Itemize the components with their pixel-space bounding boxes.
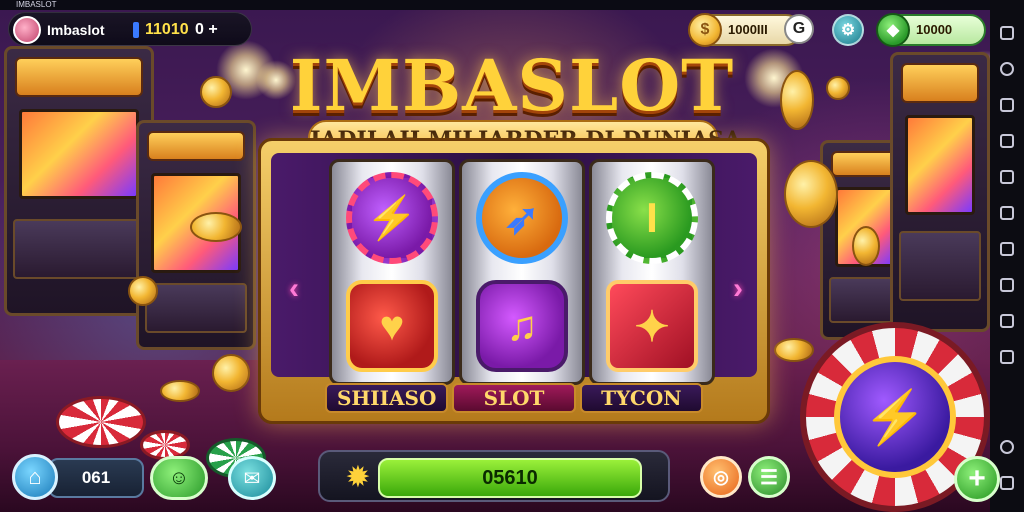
game-title: IMBASLOT — [289, 44, 735, 127]
back-icon[interactable] — [1000, 440, 1014, 454]
reel-labels: SHIIASO SLOT TYCON — [325, 383, 703, 413]
reel-symbol-red-bow: ✦ — [606, 280, 698, 372]
cabinet-panel — [899, 231, 981, 301]
reel-symbol-violet-key: ♫ — [476, 280, 568, 372]
expand-icon[interactable] — [1000, 350, 1014, 364]
cabinet-marquee — [15, 57, 143, 97]
floating-coin — [160, 380, 200, 402]
mail-icon: ✉ — [243, 467, 261, 490]
reel-1: ⚡ ♥ — [329, 159, 455, 385]
reel-symbol-green-chip: I — [606, 172, 698, 264]
level-value: 061 — [81, 468, 111, 487]
shop-icon: ☺ — [168, 466, 190, 489]
window-icon[interactable] — [1000, 26, 1014, 40]
spin-button[interactable]: 05610 — [378, 458, 642, 498]
username: Imbaslot — [47, 22, 105, 38]
spin-bar: ✹ 05610 — [318, 450, 670, 502]
reel-label-2: SLOT — [452, 383, 576, 413]
gem-count: 10000 — [916, 22, 953, 37]
folder-icon[interactable] — [1000, 206, 1014, 220]
balance-extra[interactable]: 0 + — [195, 13, 218, 47]
home-nav-icon[interactable] — [1000, 476, 1014, 490]
reel-label-3: TYCON — [579, 383, 703, 413]
level-counter: 061 — [48, 458, 144, 498]
floating-coin — [780, 70, 814, 130]
cabinet-marquee — [901, 63, 979, 103]
floating-coin — [826, 76, 850, 100]
status-bar: IMBASLOT — [0, 0, 1024, 10]
menu-button[interactable]: ☰ — [748, 456, 790, 498]
avatar[interactable] — [13, 16, 41, 44]
keyboard-icon[interactable] — [1000, 98, 1014, 112]
cabinet-marquee — [831, 151, 899, 177]
star-icon: ✹ — [345, 461, 371, 494]
more-icon[interactable] — [1000, 278, 1014, 292]
reels-area: ‹ ⚡ ♥ ➶ ♫ I ✦ › — [271, 153, 757, 385]
spin-value: 05610 — [482, 466, 538, 489]
home-icon: ⌂ — [28, 464, 42, 489]
add-button[interactable]: + — [954, 456, 1000, 502]
balance-icon — [133, 22, 139, 38]
floating-coin — [784, 160, 838, 228]
plus-icon: + — [968, 462, 986, 495]
arcade-cabinet-left — [4, 46, 154, 316]
rotate-icon[interactable] — [1000, 242, 1014, 256]
gem-counter[interactable]: ◆ 10000 — [876, 13, 986, 47]
system-sidebar — [990, 0, 1024, 512]
g-badge-icon[interactable]: G — [784, 14, 814, 44]
balance-value: 11010 — [145, 21, 189, 38]
screen-icon[interactable] — [1000, 134, 1014, 148]
cabinet-screen — [905, 115, 975, 215]
gear-icon[interactable]: ⚙ — [832, 14, 864, 46]
reel-symbol-purple-chip: ⚡ — [346, 172, 438, 264]
floating-coin — [774, 338, 814, 362]
chip-emblem-icon: ⚡ — [834, 356, 956, 478]
reel-symbol-red-heart: ♥ — [346, 280, 438, 372]
slot-machine: ‹ ⚡ ♥ ➶ ♫ I ✦ › SHIIASO SLOT TYCON — [258, 138, 770, 424]
poker-chip — [56, 396, 146, 448]
floating-coin — [200, 76, 232, 108]
bonus-icon: ◎ — [713, 466, 729, 487]
floating-coin — [852, 226, 880, 266]
home-button[interactable]: ⌂ — [12, 454, 58, 500]
app-title: IMBASLOT — [16, 0, 57, 9]
gamepad-icon[interactable] — [1000, 170, 1014, 184]
menu-icon: ☰ — [760, 466, 778, 489]
previous-arrow-icon[interactable]: ‹ — [281, 269, 307, 309]
profile-bar[interactable]: Imbaslot 11010 0 + — [8, 12, 252, 46]
floating-coin — [190, 212, 242, 242]
cabinet-marquee — [147, 131, 245, 161]
floating-coin — [212, 354, 250, 392]
bonus-button[interactable]: ◎ — [700, 456, 742, 498]
camera-icon[interactable] — [1000, 62, 1014, 76]
volume-icon[interactable] — [1000, 314, 1014, 328]
reel-symbol-orange-chip: ➶ — [476, 172, 568, 264]
cabinet-screen — [19, 109, 139, 199]
floating-coin — [128, 276, 158, 306]
cabinet-panel — [13, 219, 145, 279]
coin-count: 1000III — [728, 22, 768, 37]
next-arrow-icon[interactable]: › — [725, 269, 751, 309]
arcade-cabinet-right — [890, 52, 990, 332]
reel-label-1: SHIIASO — [325, 383, 449, 413]
coin-icon: $ — [688, 13, 722, 47]
cabinet-panel — [145, 283, 247, 333]
gem-icon: ◆ — [876, 13, 910, 47]
shop-button[interactable]: ☺ — [150, 456, 208, 500]
mail-button[interactable]: ✉ — [228, 456, 276, 500]
reel-2: ➶ ♫ — [459, 159, 585, 385]
reel-3: I ✦ — [589, 159, 715, 385]
